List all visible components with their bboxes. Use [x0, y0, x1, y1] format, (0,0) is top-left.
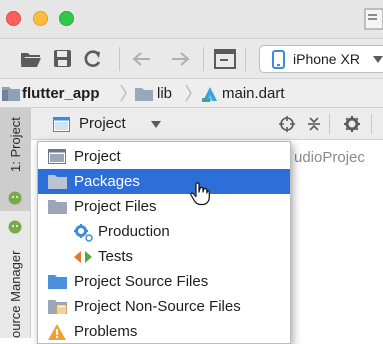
menu-item-label: Project Files: [74, 198, 157, 215]
device-selector[interactable]: iPhone XR: [259, 45, 383, 73]
breadcrumb-item-main-dart[interactable]: main.dart: [222, 85, 285, 102]
breadcrumb-item-lib[interactable]: lib: [157, 85, 172, 102]
menu-item-label: Packages: [74, 173, 140, 190]
android-icon: [8, 191, 22, 205]
dart-file-icon: [201, 85, 219, 103]
breadcrumb: flutter_app lib main.dart: [0, 78, 383, 108]
toolbar-separator: [203, 47, 204, 71]
tests-arrows-icon: [74, 251, 92, 263]
non-source-files-icon: [48, 299, 67, 314]
toolbar-separator: [371, 114, 372, 134]
gear-icon[interactable]: [344, 116, 360, 132]
hand-cursor-icon: [190, 182, 210, 206]
menu-item-project-files[interactable]: Project Files: [38, 194, 290, 219]
toolbar-separator: [245, 47, 246, 71]
menu-item-packages[interactable]: Packages: [38, 169, 290, 194]
menu-item-tests[interactable]: Tests: [38, 244, 290, 269]
project-folder-icon: [2, 86, 20, 101]
close-window-button[interactable]: [6, 11, 21, 26]
android-icon: [8, 220, 22, 234]
chevron-down-icon: [373, 56, 383, 63]
menu-item-label: Production: [98, 223, 170, 240]
project-path-text: udioProjec: [294, 149, 365, 166]
breadcrumb-chevron-icon: [120, 84, 128, 102]
locate-target-icon[interactable]: [279, 116, 295, 132]
menu-item-problems[interactable]: Problems: [38, 319, 290, 343]
toolbar-separator: [119, 47, 120, 71]
project-window-icon: [48, 149, 66, 164]
project-window-icon: [53, 117, 70, 132]
folder-icon: [48, 274, 67, 289]
tool-window-strip: 1: Project ource Manager: [0, 108, 31, 338]
project-tab-label: 1: Project: [8, 117, 23, 172]
toolbar-separator: [329, 114, 330, 134]
menu-item-label: Problems: [74, 323, 138, 340]
breadcrumb-chevron-icon: [185, 84, 193, 102]
forward-arrow-icon[interactable]: [170, 51, 190, 67]
main-toolbar: iPhone XR: [0, 38, 383, 78]
project-panel-header: Project: [31, 108, 383, 140]
folder-icon: [48, 174, 67, 189]
resource-manager-tab[interactable]: ource Manager: [8, 251, 23, 338]
menu-item-label: Project Non-Source Files: [74, 298, 241, 315]
production-gear-icon: [73, 224, 93, 242]
folder-icon: [48, 199, 67, 214]
breadcrumb-item-flutter-app[interactable]: flutter_app: [22, 85, 100, 102]
project-tool-window-tab[interactable]: 1: Project: [0, 108, 30, 211]
open-folder-icon[interactable]: [20, 50, 42, 68]
minimize-window-button[interactable]: [33, 11, 48, 26]
device-name: iPhone XR: [293, 51, 360, 67]
menu-item-project-non-source-files[interactable]: Project Non-Source Files: [38, 294, 290, 319]
terminal-icon[interactable]: [214, 49, 236, 69]
back-arrow-icon[interactable]: [132, 51, 152, 67]
save-icon[interactable]: [53, 49, 72, 68]
folder-icon: [135, 87, 153, 101]
chevron-down-icon[interactable]: [151, 121, 161, 128]
menu-item-label: Project: [74, 148, 121, 165]
menu-item-label: Tests: [98, 248, 134, 265]
menu-item-label: Project Source Files: [74, 273, 209, 290]
menu-item-project-source-files[interactable]: Project Source Files: [38, 269, 290, 294]
phone-icon: [272, 50, 285, 69]
menu-item-project[interactable]: Project: [38, 144, 290, 169]
collapse-all-icon[interactable]: [307, 116, 321, 132]
maximize-window-button[interactable]: [59, 11, 74, 26]
view-selector[interactable]: Project: [79, 115, 126, 132]
sync-icon[interactable]: [82, 48, 104, 70]
document-icon: [364, 8, 383, 30]
window-title-bar: [0, 0, 383, 38]
menu-item-production[interactable]: Production: [38, 219, 290, 244]
project-view-dropdown: Project Packages Project Files Productio…: [37, 141, 291, 344]
